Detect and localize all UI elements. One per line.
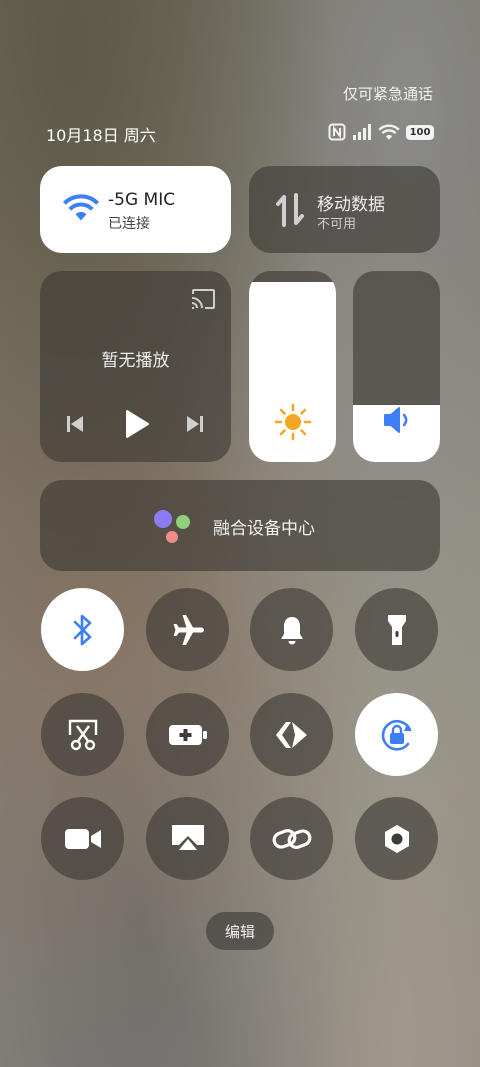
- next-track-icon[interactable]: [185, 414, 205, 434]
- rotation-lock-icon: [381, 719, 411, 751]
- wifi-status: 已连接: [108, 216, 150, 232]
- wifi-network-name: -5G MIC: [108, 190, 176, 210]
- screen-cast-toggle[interactable]: [146, 797, 229, 880]
- bluetooth-toggle[interactable]: [41, 588, 124, 671]
- play-icon[interactable]: [124, 409, 150, 439]
- device-center-logo-icon: [154, 510, 190, 543]
- nearby-share-toggle[interactable]: [250, 693, 333, 776]
- speaker-icon: [384, 407, 408, 433]
- share-arrows-icon: [275, 721, 307, 748]
- signal-icon: [353, 124, 371, 140]
- battery-plus-icon: [168, 724, 207, 745]
- airplane-mode-toggle[interactable]: [146, 588, 229, 671]
- hexagon-nut-icon: [384, 824, 409, 853]
- battery-indicator: 100: [406, 124, 434, 140]
- scissors-icon: [68, 719, 97, 750]
- mobile-data-tile[interactable]: 移动数据 不可用: [249, 166, 440, 253]
- bell-icon: [280, 616, 303, 644]
- airplane-icon: [173, 614, 204, 645]
- link-icon: [272, 828, 311, 849]
- settings-toggle[interactable]: [355, 797, 438, 880]
- wifi-tile[interactable]: -5G MIC 已连接: [40, 166, 231, 253]
- mobile-data-status: 不可用: [317, 217, 357, 232]
- screen-record-toggle[interactable]: [41, 797, 124, 880]
- battery-level: 100: [409, 126, 431, 138]
- media-title: 暂无播放: [101, 351, 170, 371]
- screenshot-toggle[interactable]: [41, 693, 124, 776]
- media-player-tile[interactable]: 暂无播放: [40, 271, 231, 462]
- bluetooth-icon: [73, 614, 91, 645]
- ring-mode-toggle[interactable]: [250, 588, 333, 671]
- edit-button[interactable]: 编辑: [206, 912, 274, 950]
- rotation-lock-toggle[interactable]: [355, 693, 438, 776]
- status-icons: 100: [328, 122, 434, 142]
- wifi-icon: [62, 194, 100, 221]
- device-center-label: 融合设备中心: [213, 519, 315, 539]
- flashlight-icon: [387, 614, 406, 645]
- brightness-slider[interactable]: [249, 271, 336, 462]
- sun-icon: [274, 403, 312, 441]
- cast-icon[interactable]: [190, 288, 216, 310]
- flashlight-toggle[interactable]: [355, 588, 438, 671]
- nfc-icon: [328, 123, 346, 141]
- volume-slider[interactable]: [353, 271, 440, 462]
- emergency-calls-only-text: 仅可紧急通话: [342, 85, 433, 103]
- link-toggle[interactable]: [250, 797, 333, 880]
- data-transfer-icon: [276, 193, 304, 227]
- video-camera-icon: [64, 828, 101, 849]
- date-label: 10月18日 周六: [46, 126, 156, 145]
- previous-track-icon[interactable]: [65, 414, 85, 434]
- mobile-data-title: 移动数据: [317, 195, 385, 215]
- battery-saver-toggle[interactable]: [146, 693, 229, 776]
- device-center-tile[interactable]: 融合设备中心: [40, 480, 440, 571]
- airplay-icon: [171, 824, 204, 850]
- wifi-status-icon: [378, 123, 400, 140]
